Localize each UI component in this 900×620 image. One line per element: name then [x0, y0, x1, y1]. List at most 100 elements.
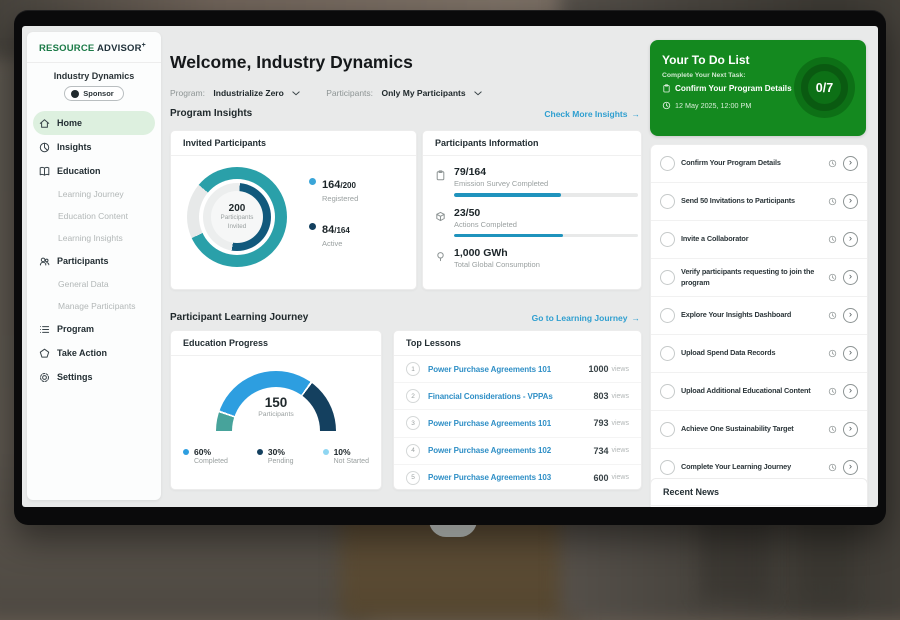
page-title: Welcome, Industry Dynamics	[170, 52, 413, 73]
task-open-button[interactable]: ›	[843, 194, 858, 209]
task-checkbox[interactable]	[660, 308, 675, 323]
donut-center-label: 200 Participants Invited	[187, 167, 287, 267]
recent-news-card: Recent News	[650, 478, 868, 507]
legend-label: Active	[322, 239, 350, 248]
todo-progress-ring: 0/7	[794, 57, 855, 118]
task-checkbox[interactable]	[660, 384, 675, 399]
task-open-button[interactable]: ›	[843, 156, 858, 171]
task-label: Upload Spend Data Records	[681, 348, 822, 359]
lesson-link[interactable]: Power Purchase Agreements 101	[428, 419, 593, 428]
chevron-right-icon: ›	[849, 310, 852, 320]
task-checkbox[interactable]	[660, 156, 675, 171]
legend-dot	[323, 449, 329, 455]
task-open-button[interactable]: ›	[843, 346, 858, 361]
lesson-link[interactable]: Power Purchase Agreements 102	[428, 446, 593, 455]
card-title: Top Lessons	[394, 331, 641, 356]
sidebar-item-label: Manage Participants	[58, 301, 136, 311]
check-more-insights-link[interactable]: Check More Insights →	[544, 109, 640, 119]
stat-row-actions: 23/50 Actions Completed	[423, 197, 641, 238]
book-icon	[39, 166, 50, 177]
legend-item-registered: 164/200 Registered	[309, 175, 358, 203]
home-icon	[39, 118, 50, 129]
legend-label: Pending	[268, 458, 294, 465]
pentagon-icon	[39, 348, 50, 359]
sponsor-badge: Sponsor	[64, 86, 123, 101]
task-row[interactable]: Explore Your Insights Dashboard ›	[651, 297, 867, 335]
task-row[interactable]: Verify participants requesting to join t…	[651, 259, 867, 297]
stat-value: 1,000 GWh	[454, 247, 540, 259]
task-row[interactable]: Send 50 Invitations to Participants ›	[651, 183, 867, 221]
task-checkbox[interactable]	[660, 422, 675, 437]
legend-label: Registered	[322, 194, 358, 203]
task-open-button[interactable]: ›	[843, 308, 858, 323]
task-label: Upload Additional Educational Content	[681, 386, 822, 397]
card-title: Education Progress	[171, 331, 381, 356]
task-open-button[interactable]: ›	[843, 384, 858, 399]
task-open-button[interactable]: ›	[843, 232, 858, 247]
gauge-legend: 60% Completed 30% Pending 10% Not Star	[183, 447, 369, 465]
lesson-link[interactable]: Power Purchase Agreements 101	[428, 365, 588, 374]
participants-select[interactable]: Participants: Only My Participants	[326, 83, 482, 101]
card-title: Participants Information	[423, 131, 641, 156]
task-row[interactable]: Upload Additional Educational Content ›	[651, 373, 867, 411]
program-value: Industrialize Zero	[213, 88, 283, 98]
gear-icon	[39, 372, 50, 383]
task-open-button[interactable]: ›	[843, 422, 858, 437]
todo-subtitle: Complete Your Next Task:	[662, 72, 745, 79]
monitor-bezel: RESOURCE ADVISOR+ Industry Dynamics Spon…	[14, 10, 886, 525]
task-checkbox[interactable]	[660, 270, 675, 285]
task-list-card: Confirm Your Program Details › Send 50 I…	[650, 144, 868, 507]
sidebar-item-home[interactable]: Home	[33, 111, 155, 135]
program-select[interactable]: Program: Industrialize Zero	[170, 83, 300, 101]
participants-information-card: Participants Information 79/164 Emission…	[422, 130, 642, 290]
lesson-views: 734	[593, 446, 608, 456]
task-row[interactable]: Upload Spend Data Records ›	[651, 335, 867, 373]
cube-icon	[435, 211, 446, 222]
sidebar-item-label: Program	[57, 324, 94, 334]
sidebar-item-education-content[interactable]: Education Content	[27, 205, 161, 227]
sidebar-item-take-action[interactable]: Take Action	[27, 341, 161, 365]
donut-center-text: Participants	[221, 214, 254, 223]
task-checkbox[interactable]	[660, 460, 675, 475]
sponsor-icon	[71, 90, 79, 98]
todo-due-label: 12 May 2025, 12:00 PM	[675, 101, 751, 110]
task-checkbox[interactable]	[660, 346, 675, 361]
task-row[interactable]: Achieve One Sustainability Target ›	[651, 411, 867, 449]
location-pin-icon	[435, 251, 446, 262]
sidebar-item-label: Education Content	[58, 211, 128, 221]
sidebar-item-manage-participants[interactable]: Manage Participants	[27, 295, 161, 317]
task-checkbox[interactable]	[660, 194, 675, 209]
clock-icon	[828, 159, 837, 168]
progress-fill	[454, 193, 561, 197]
sidebar-item-learning-journey[interactable]: Learning Journey	[27, 183, 161, 205]
task-row[interactable]: Confirm Your Program Details ›	[651, 145, 867, 183]
lesson-link[interactable]: Financial Considerations - VPPAs	[428, 392, 593, 401]
task-row[interactable]: Invite a Collaborator ›	[651, 221, 867, 259]
task-open-button[interactable]: ›	[843, 270, 858, 285]
sidebar-item-participants[interactable]: Participants	[27, 249, 161, 273]
task-checkbox[interactable]	[660, 232, 675, 247]
sidebar-item-general-data[interactable]: General Data	[27, 273, 161, 295]
sidebar-item-insights[interactable]: Insights	[27, 135, 161, 159]
lesson-rank: 3	[406, 416, 420, 430]
sidebar-item-education[interactable]: Education	[27, 159, 161, 183]
task-open-button[interactable]: ›	[843, 460, 858, 475]
chevron-right-icon: ›	[849, 424, 852, 434]
chevron-right-icon: ›	[849, 158, 852, 168]
legend-pct: 30%	[268, 447, 294, 457]
sidebar-item-label: Take Action	[57, 348, 107, 358]
sidebar-item-settings[interactable]: Settings	[27, 365, 161, 389]
chevron-right-icon: ›	[849, 386, 852, 396]
lesson-rank: 5	[406, 471, 420, 485]
chevron-down-icon	[292, 91, 300, 96]
monitor-screen: RESOURCE ADVISOR+ Industry Dynamics Spon…	[22, 26, 878, 507]
section-title: Program Insights	[170, 108, 252, 119]
lesson-link[interactable]: Power Purchase Agreements 103	[428, 473, 593, 482]
go-to-learning-journey-link[interactable]: Go to Learning Journey →	[532, 313, 640, 323]
sidebar-item-program[interactable]: Program	[27, 317, 161, 341]
sidebar-item-learning-insights[interactable]: Learning Insights	[27, 227, 161, 249]
legend-item-pending: 30% Pending	[257, 447, 294, 465]
sidebar: RESOURCE ADVISOR+ Industry Dynamics Spon…	[27, 32, 161, 500]
chevron-right-icon: ›	[849, 272, 852, 282]
clipboard-icon	[435, 170, 446, 181]
